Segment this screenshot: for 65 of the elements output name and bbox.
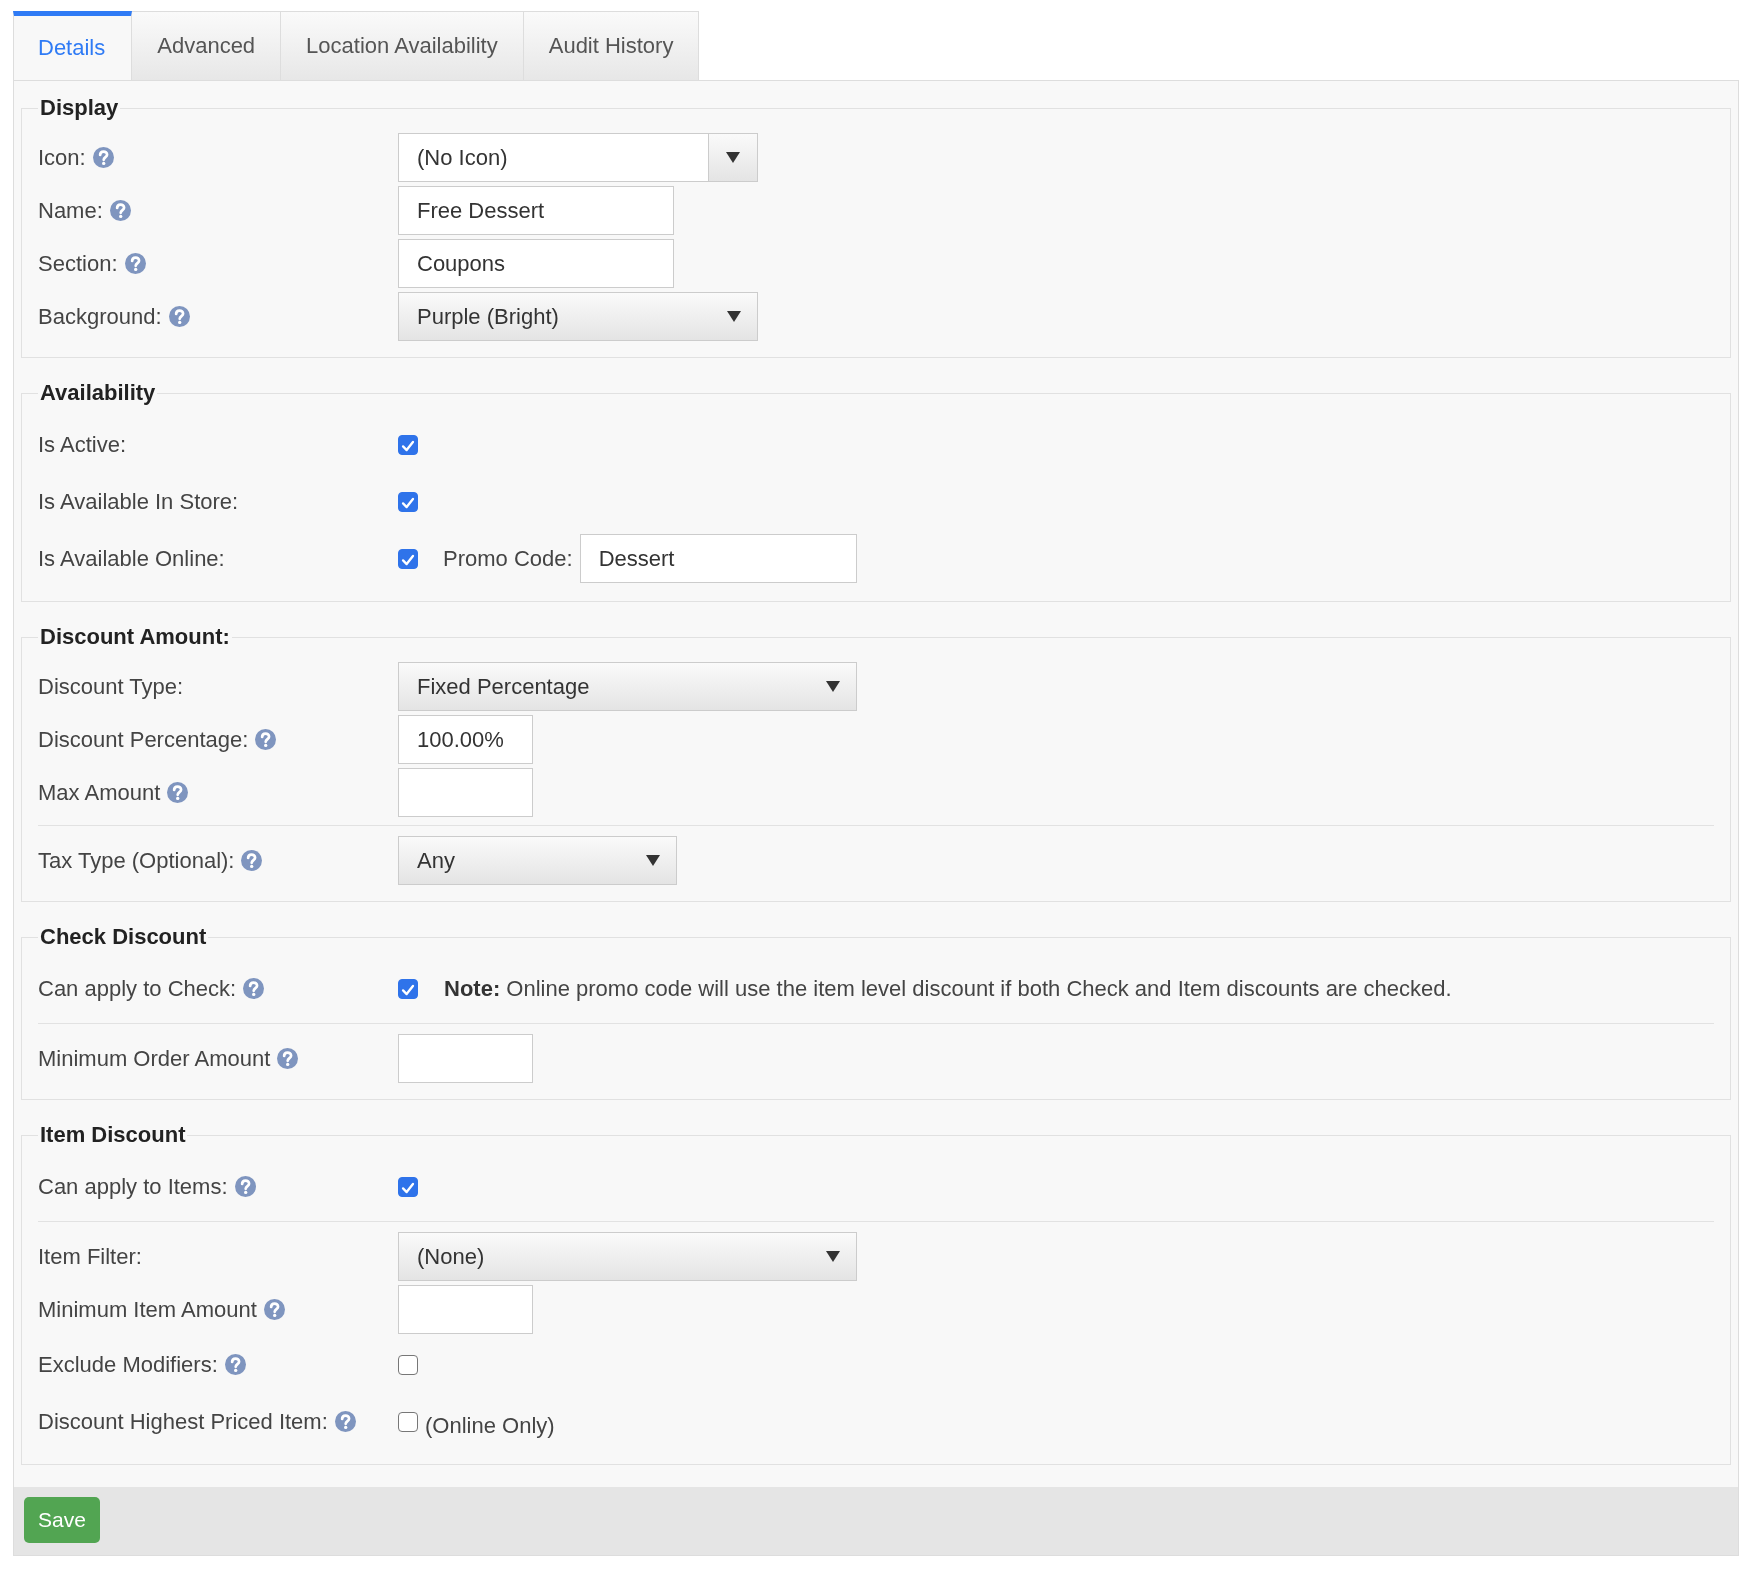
field-label: Name: (38, 197, 103, 224)
text-field[interactable] (398, 1034, 533, 1083)
field-label: Minimum Order Amount (38, 1045, 271, 1072)
field-label: Section: (38, 250, 118, 277)
checkbox[interactable] (398, 1176, 418, 1197)
help-icon[interactable] (124, 253, 146, 274)
section-title: Discount Amount: (39, 624, 231, 650)
text-field[interactable]: 100.00% (398, 715, 533, 764)
field-label: Is Available Online: (38, 545, 225, 572)
help-icon[interactable] (277, 1048, 299, 1069)
checkbox[interactable] (398, 491, 418, 512)
field-label: Discount Percentage: (38, 726, 249, 753)
field-label: Max Amount (38, 779, 161, 806)
text-field[interactable]: Coupons (398, 239, 674, 288)
help-icon[interactable] (167, 782, 189, 803)
field-label: Tax Type (Optional): (38, 847, 235, 874)
field-label: Exclude Modifiers: (38, 1351, 218, 1378)
field-label: Item Filter: (38, 1243, 142, 1270)
caret-icon (826, 681, 840, 692)
field-label: Can apply to Check: (38, 975, 237, 1002)
hint-text: (Online Only) (425, 1411, 555, 1439)
tab[interactable]: Advanced (132, 11, 282, 80)
checkbox[interactable] (398, 978, 418, 999)
field-label: Can apply to Items: (38, 1173, 228, 1200)
help-icon[interactable] (334, 1411, 356, 1432)
field-label: Is Active: (38, 431, 127, 458)
field-label: Icon: (38, 144, 86, 171)
checkbox[interactable] (398, 434, 418, 455)
help-icon[interactable] (243, 978, 265, 999)
help-icon[interactable] (109, 200, 131, 221)
text-field[interactable] (398, 1285, 533, 1334)
help-icon[interactable] (224, 1354, 246, 1375)
field-label: Promo Code: (443, 545, 573, 572)
section-title: Availability (39, 380, 157, 406)
select-field[interactable]: Any (398, 836, 677, 885)
help-icon[interactable] (263, 1299, 285, 1320)
section-title: Item Discount (39, 1122, 187, 1148)
text-field[interactable]: Free Dessert (398, 186, 674, 235)
tab[interactable]: Audit History (523, 11, 700, 80)
caret-icon (826, 1251, 840, 1262)
text-field[interactable] (398, 768, 533, 817)
checkbox[interactable] (398, 1354, 418, 1375)
field-label: Minimum Item Amount (38, 1296, 257, 1323)
help-icon[interactable] (92, 147, 114, 168)
section-title: Display (39, 95, 120, 121)
caret-icon (646, 855, 660, 866)
select-field[interactable]: Purple (Bright) (398, 292, 758, 341)
promo-code-field[interactable]: Dessert (579, 534, 857, 583)
field-label: Background: (38, 303, 162, 330)
help-icon[interactable] (234, 1176, 256, 1197)
section-title: Check Discount (39, 924, 208, 950)
help-icon[interactable] (168, 306, 190, 327)
help-icon[interactable] (241, 850, 263, 871)
help-icon[interactable] (255, 729, 277, 750)
tab[interactable]: Location Availability (281, 11, 524, 80)
tab[interactable]: Details (13, 11, 133, 80)
field-label: Is Available In Store: (38, 488, 239, 515)
field-label: Discount Type: (38, 673, 184, 700)
select-field[interactable]: Fixed Percentage (398, 662, 857, 711)
field-label: Discount Highest Priced Item: (38, 1408, 328, 1435)
note-text: Note: Online promo code will use the item level discount if both Check and Item discounts are checked. (444, 975, 1452, 1002)
select-field[interactable]: (None) (398, 1232, 857, 1281)
caret-icon (727, 311, 741, 322)
checkbox[interactable] (398, 548, 418, 569)
checkbox[interactable] (398, 1411, 418, 1432)
